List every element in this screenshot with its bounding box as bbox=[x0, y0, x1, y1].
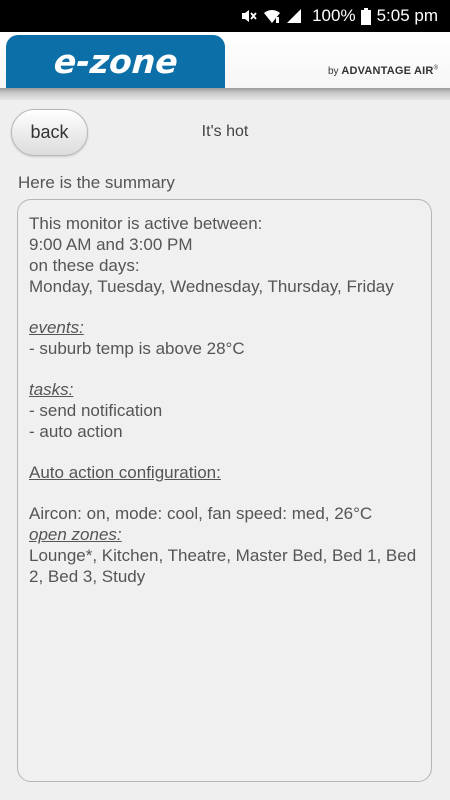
events-heading: events: bbox=[29, 318, 84, 337]
battery-percent: 100% bbox=[312, 6, 356, 25]
ezone-logo: e-zone bbox=[6, 35, 225, 88]
aircon-settings: Aircon: on, mode: cool, fan speed: med, … bbox=[29, 504, 373, 523]
header-divider bbox=[0, 88, 450, 100]
zones-heading: open zones: bbox=[29, 525, 122, 544]
active-heading: This monitor is active between: bbox=[29, 214, 263, 233]
status-bar: 100% 5:05 pm bbox=[0, 0, 450, 32]
task-item: - send notification bbox=[29, 401, 163, 420]
clock: 5:05 pm bbox=[376, 6, 438, 25]
battery-icon bbox=[360, 7, 371, 25]
brand-label: by ADVANTAGE AIR® bbox=[328, 65, 438, 77]
wifi-icon bbox=[263, 8, 281, 24]
summary-box[interactable]: This monitor is active between: 9:00 AM … bbox=[17, 199, 432, 782]
app-header: e-zone by ADVANTAGE AIR® bbox=[0, 32, 450, 88]
brand-prefix: by bbox=[328, 66, 339, 77]
logo-text: e-zone bbox=[52, 42, 179, 81]
time-range: 9:00 AM and 3:00 PM bbox=[29, 235, 193, 254]
days-heading: on these days: bbox=[29, 256, 140, 275]
zones-list: Lounge*, Kitchen, Theatre, Master Bed, B… bbox=[29, 546, 417, 586]
brand-mark: ® bbox=[433, 65, 438, 72]
days-list: Monday, Tuesday, Wednesday, Thursday, Fr… bbox=[29, 277, 394, 296]
event-item: - suburb temp is above 28°C bbox=[29, 339, 245, 358]
brand-name: ADVANTAGE AIR bbox=[341, 65, 434, 77]
signal-icon bbox=[286, 8, 302, 24]
task-item: - auto action bbox=[29, 422, 123, 441]
page-title: It's hot bbox=[201, 123, 249, 140]
auto-action-heading: Auto action configuration: bbox=[29, 463, 221, 482]
mute-icon bbox=[240, 8, 258, 24]
summary-intro: Here is the summary bbox=[18, 173, 175, 192]
tasks-heading: tasks: bbox=[29, 380, 74, 399]
